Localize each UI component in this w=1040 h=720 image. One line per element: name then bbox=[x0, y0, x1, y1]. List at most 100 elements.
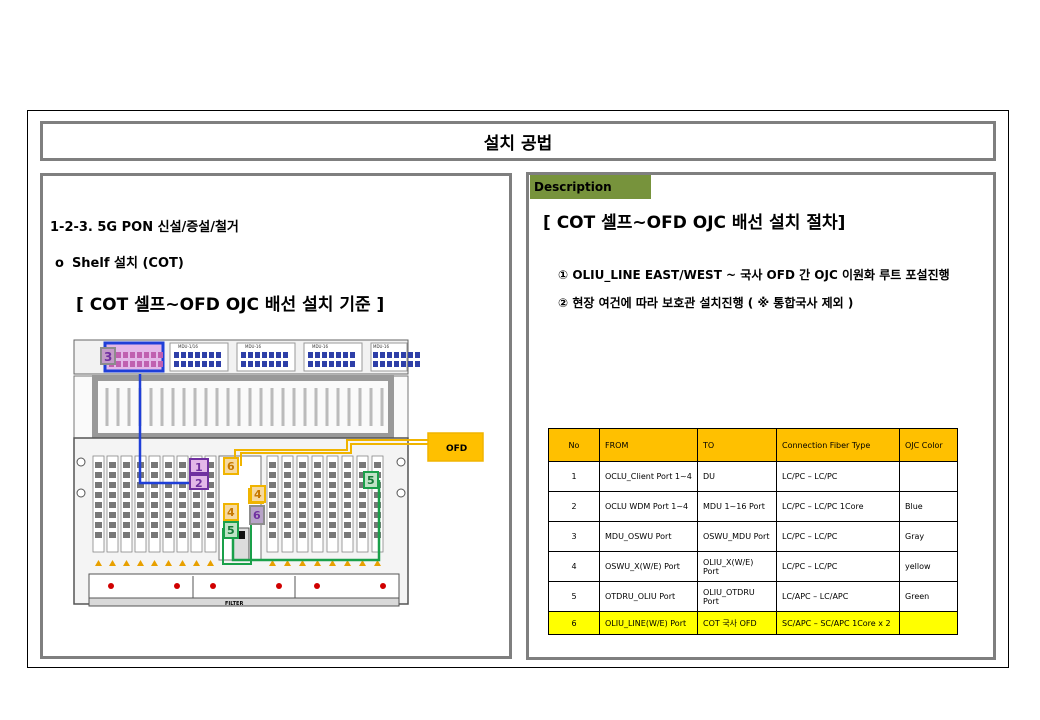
slot-port bbox=[179, 472, 186, 478]
port bbox=[408, 361, 413, 367]
slot-port bbox=[193, 492, 200, 498]
slot-port bbox=[329, 492, 336, 498]
procedure-step-1: ① OLIU_LINE EAST/WEST ~ 국사 OFD 간 OJC 이원화… bbox=[558, 268, 950, 282]
bullet-text: Shelf 설치 (COT) bbox=[71, 256, 184, 271]
slot-port bbox=[95, 472, 102, 478]
port bbox=[209, 352, 214, 358]
port bbox=[137, 361, 142, 367]
port bbox=[144, 352, 149, 358]
port bbox=[329, 361, 334, 367]
port bbox=[181, 361, 186, 367]
slot-port bbox=[95, 462, 102, 468]
slot-port bbox=[151, 502, 158, 508]
slot-port bbox=[329, 482, 336, 488]
slot-port bbox=[109, 462, 116, 468]
procedure-step-2: ② 현장 여건에 따라 보호관 설치진행 ( ※ 통합국사 제외 ) bbox=[558, 296, 854, 310]
slot-port bbox=[359, 502, 366, 508]
slot-port bbox=[151, 532, 158, 538]
description-badge: Description bbox=[530, 175, 651, 199]
slot-port bbox=[137, 532, 144, 538]
port bbox=[158, 352, 163, 358]
slot-port bbox=[165, 462, 172, 468]
port bbox=[262, 361, 267, 367]
slot-port bbox=[314, 512, 321, 518]
slot-port bbox=[344, 532, 351, 538]
slot-port bbox=[344, 502, 351, 508]
port bbox=[216, 361, 221, 367]
slot-port bbox=[284, 492, 291, 498]
port bbox=[308, 352, 313, 358]
port bbox=[276, 361, 281, 367]
slot-port bbox=[269, 462, 276, 468]
header-from: FROM bbox=[599, 428, 698, 462]
slot-port bbox=[179, 522, 186, 528]
slot-port bbox=[179, 512, 186, 518]
port bbox=[158, 361, 163, 367]
header-type: Connection Fiber Type bbox=[776, 428, 900, 462]
slot-port bbox=[359, 512, 366, 518]
slot-port bbox=[95, 482, 102, 488]
slot-port bbox=[165, 502, 172, 508]
marker-2-label: 2 bbox=[195, 477, 203, 490]
bullet-item: o Shelf 설치 (COT) bbox=[55, 252, 184, 271]
port bbox=[116, 352, 121, 358]
chassis-hole bbox=[76, 457, 86, 467]
table-row: 1 OCLU_Client Port 1~4 DU LC/PC – LC/PC bbox=[548, 461, 958, 492]
slot-port bbox=[123, 522, 130, 528]
port bbox=[151, 352, 156, 358]
slot-port bbox=[109, 482, 116, 488]
port bbox=[315, 352, 320, 358]
slot-port bbox=[123, 462, 130, 468]
port bbox=[174, 352, 179, 358]
slot-port bbox=[165, 532, 172, 538]
cell-no: 5 bbox=[548, 581, 600, 612]
slot-port bbox=[269, 502, 276, 508]
cell-color: Gray bbox=[899, 521, 958, 552]
slot-port bbox=[269, 492, 276, 498]
port bbox=[248, 352, 253, 358]
cell-no: 6 bbox=[548, 611, 600, 635]
slot-port bbox=[299, 532, 306, 538]
port bbox=[283, 361, 288, 367]
section-heading: 1-2-3. 5G PON 신설/증설/철거 bbox=[50, 220, 239, 235]
slot-port bbox=[269, 482, 276, 488]
port bbox=[401, 361, 406, 367]
slot-port bbox=[179, 532, 186, 538]
port bbox=[336, 361, 341, 367]
slot-port bbox=[329, 472, 336, 478]
port bbox=[373, 352, 378, 358]
cell-from: OLIU_LINE(W/E) Port bbox=[599, 611, 698, 635]
cell-type: LC/PC – LC/PC bbox=[776, 521, 900, 552]
port bbox=[195, 352, 200, 358]
slot-port bbox=[314, 482, 321, 488]
port bbox=[255, 361, 260, 367]
port bbox=[181, 352, 186, 358]
slot-port bbox=[179, 462, 186, 468]
port bbox=[241, 352, 246, 358]
shelf-wiring-diagram: MDU-1/16 MDU-16 MDU-16 MDU-16 3 FILTER 1… bbox=[73, 339, 484, 607]
slot-port bbox=[123, 532, 130, 538]
port bbox=[315, 361, 320, 367]
marker-4-label-2: 4 bbox=[227, 506, 235, 519]
port bbox=[269, 361, 274, 367]
port bbox=[202, 352, 207, 358]
slot-port bbox=[151, 512, 158, 518]
slot-port bbox=[137, 522, 144, 528]
card-label-3: MDU-16 bbox=[245, 344, 261, 349]
slot-port bbox=[329, 532, 336, 538]
slot-port bbox=[314, 472, 321, 478]
port bbox=[373, 361, 378, 367]
slot-port bbox=[329, 502, 336, 508]
slot-port bbox=[299, 472, 306, 478]
card-label-5: MDU-16 bbox=[373, 344, 389, 349]
cell-from: OCLU_Client Port 1~4 bbox=[599, 461, 698, 492]
table-row: 4 OSWU_X(W/E) Port OLIU_X(W/E) Port LC/P… bbox=[548, 551, 958, 582]
slot-port bbox=[374, 462, 381, 468]
slot-port bbox=[344, 492, 351, 498]
slot-port bbox=[314, 462, 321, 468]
port bbox=[350, 352, 355, 358]
slot-port bbox=[207, 532, 214, 538]
page-title: 설치 공법 bbox=[40, 121, 996, 161]
procedure-title: [ COT 셀프~OFD OJC 배선 설치 절차] bbox=[543, 213, 846, 233]
slot-port bbox=[284, 512, 291, 518]
